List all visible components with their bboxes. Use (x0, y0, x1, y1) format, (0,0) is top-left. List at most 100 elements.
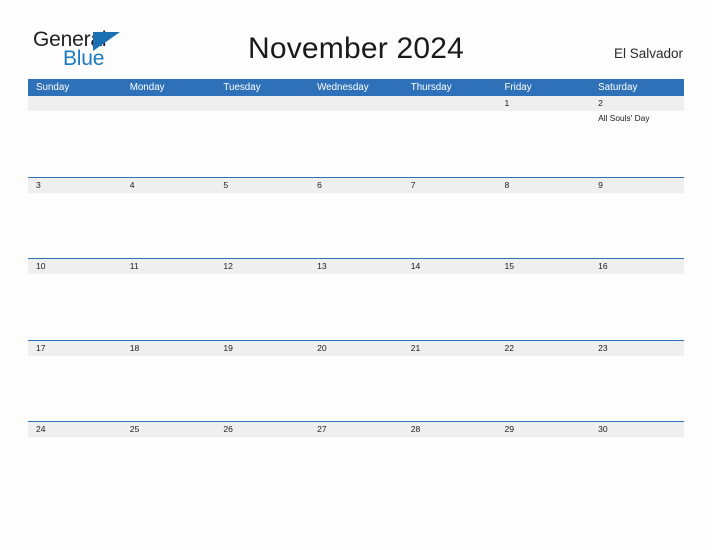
day-cell[interactable] (122, 274, 216, 340)
day-number[interactable]: 6 (309, 178, 403, 193)
day-number[interactable]: 26 (215, 422, 309, 437)
day-cell[interactable] (122, 111, 216, 177)
day-number[interactable]: 18 (122, 341, 216, 356)
day-cell[interactable] (590, 274, 684, 340)
day-number[interactable]: 7 (403, 178, 497, 193)
day-cell[interactable] (215, 193, 309, 259)
day-cell[interactable] (403, 274, 497, 340)
day-number[interactable]: 2 (590, 96, 684, 111)
day-cell[interactable]: All Souls' Day (590, 111, 684, 177)
weekday-wednesday: Wednesday (317, 82, 369, 93)
weekday-tuesday: Tuesday (223, 82, 261, 93)
day-cell[interactable] (590, 437, 684, 503)
calendar-week-row: 17 18 19 20 21 22 23 (28, 339, 684, 422)
day-cell[interactable] (309, 111, 403, 177)
day-cell[interactable] (496, 193, 590, 259)
day-number[interactable]: 24 (28, 422, 122, 437)
day-cell[interactable] (28, 437, 122, 503)
day-cell[interactable] (215, 274, 309, 340)
weekday-monday: Monday (129, 82, 165, 93)
day-number[interactable]: 1 (496, 96, 590, 111)
day-number[interactable]: 3 (28, 178, 122, 193)
day-number-empty (309, 96, 403, 111)
day-cell[interactable] (122, 437, 216, 503)
day-cell[interactable] (403, 193, 497, 259)
day-cell[interactable] (122, 356, 216, 422)
day-number-empty (215, 96, 309, 111)
day-number[interactable]: 16 (590, 259, 684, 274)
day-cell[interactable] (590, 193, 684, 259)
day-cell[interactable] (496, 437, 590, 503)
weekday-sunday: Sunday (36, 82, 70, 93)
weekday-header-row: Sunday Monday Tuesday Wednesday Thursday… (28, 79, 684, 96)
day-number[interactable]: 21 (403, 341, 497, 356)
week-event-body (28, 274, 684, 340)
day-number-empty (28, 96, 122, 111)
calendar-grid: Sunday Monday Tuesday Wednesday Thursday… (28, 79, 684, 503)
weekday-friday: Friday (504, 82, 532, 93)
week-event-body (28, 437, 684, 503)
day-number[interactable]: 17 (28, 341, 122, 356)
day-number[interactable]: 27 (309, 422, 403, 437)
week-date-strip: 10 11 12 13 14 15 16 (28, 259, 684, 274)
week-date-strip: 17 18 19 20 21 22 23 (28, 340, 684, 356)
day-number[interactable]: 15 (496, 259, 590, 274)
day-number[interactable]: 12 (215, 259, 309, 274)
day-cell[interactable] (496, 356, 590, 422)
weekday-thursday: Thursday (410, 82, 452, 93)
day-cell[interactable] (28, 111, 122, 177)
day-cell[interactable] (309, 193, 403, 259)
day-number[interactable]: 25 (122, 422, 216, 437)
calendar-weeks: 1 2 All Souls' Day 3 4 5 6 7 8 9 10 11 12 13 14 15 16 17 1… (28, 96, 684, 503)
country-label: El Salvador (613, 46, 683, 61)
day-number[interactable]: 20 (309, 341, 403, 356)
day-cell[interactable] (215, 111, 309, 177)
day-cell[interactable] (496, 274, 590, 340)
day-number[interactable]: 19 (215, 341, 309, 356)
day-cell[interactable] (309, 274, 403, 340)
calendar-week-row: 1 2 All Souls' Day (28, 96, 684, 177)
day-number[interactable]: 28 (403, 422, 497, 437)
day-number[interactable]: 22 (496, 341, 590, 356)
week-event-body: All Souls' Day (28, 111, 684, 177)
week-date-strip: 12 (28, 96, 684, 111)
day-cell[interactable] (403, 356, 497, 422)
day-number[interactable]: 5 (215, 178, 309, 193)
day-cell[interactable] (590, 356, 684, 422)
day-cell[interactable] (403, 437, 497, 503)
week-event-body (28, 192, 684, 259)
day-number[interactable]: 11 (122, 259, 216, 274)
week-event-body (28, 355, 684, 422)
day-cell[interactable] (28, 193, 122, 259)
calendar-week-row: 24 25 26 27 28 29 30 (28, 421, 684, 503)
day-number[interactable]: 13 (309, 259, 403, 274)
day-cell[interactable] (309, 437, 403, 503)
day-cell[interactable] (403, 111, 497, 177)
week-date-strip: 24 25 26 27 28 29 30 (28, 422, 684, 437)
day-cell[interactable] (309, 356, 403, 422)
day-cell[interactable] (28, 356, 122, 422)
day-number-empty (122, 96, 216, 111)
page-title: November 2024 (247, 32, 465, 65)
day-cell[interactable] (122, 193, 216, 259)
calendar-week-row: 10 11 12 13 14 15 16 (28, 258, 684, 340)
day-number[interactable]: 30 (590, 422, 684, 437)
day-number[interactable]: 9 (590, 178, 684, 193)
day-number-empty (403, 96, 497, 111)
day-number[interactable]: 14 (403, 259, 497, 274)
calendar-page: General Blue November 2024 El Salvador S… (0, 0, 712, 550)
weekday-saturday: Saturday (598, 82, 638, 93)
day-cell[interactable] (28, 274, 122, 340)
calendar-week-row: 3456789 (28, 176, 684, 259)
day-number[interactable]: 10 (28, 259, 122, 274)
day-number[interactable]: 23 (590, 341, 684, 356)
day-number[interactable]: 4 (122, 178, 216, 193)
day-cell[interactable] (215, 437, 309, 503)
week-date-strip: 3456789 (28, 177, 684, 193)
day-cell[interactable] (215, 356, 309, 422)
page-header: General Blue November 2024 El Salvador (0, 0, 712, 78)
day-number[interactable]: 8 (496, 178, 590, 193)
day-cell[interactable] (496, 111, 590, 177)
holiday-event: All Souls' Day (598, 113, 650, 123)
day-number[interactable]: 29 (496, 422, 590, 437)
